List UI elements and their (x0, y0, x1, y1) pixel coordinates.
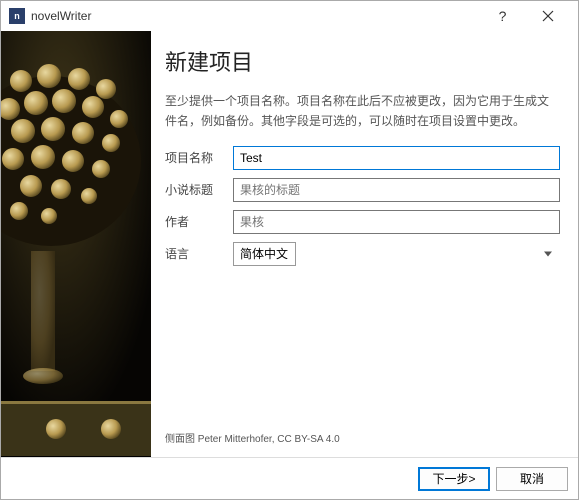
image-credit: 侧面图 Peter Mitterhofer, CC BY-SA 4.0 (165, 430, 560, 445)
content-area: 新建项目 至少提供一个项目名称。项目名称在此后不应被更改，因为它用于生成文件名，… (1, 31, 578, 457)
label-language: 语言 (165, 245, 233, 262)
label-project-name: 项目名称 (165, 149, 233, 166)
input-author[interactable] (233, 210, 560, 234)
main-panel: 新建项目 至少提供一个项目名称。项目名称在此后不应被更改，因为它用于生成文件名，… (151, 31, 578, 457)
button-bar: 下一步> 取消 (1, 457, 578, 499)
new-project-dialog: n novelWriter ? (0, 0, 579, 500)
help-button[interactable]: ? (480, 2, 525, 30)
next-button[interactable]: 下一步> (418, 467, 490, 491)
row-project-name: 项目名称 (165, 146, 560, 170)
page-heading: 新建项目 (165, 45, 560, 77)
input-novel-title[interactable] (233, 178, 560, 202)
input-project-name[interactable] (233, 146, 560, 170)
side-image (1, 31, 151, 457)
row-language: 语言 简体中文 (165, 242, 560, 266)
label-author: 作者 (165, 213, 233, 230)
close-button[interactable] (525, 2, 570, 30)
row-author: 作者 (165, 210, 560, 234)
page-description: 至少提供一个项目名称。项目名称在此后不应被更改，因为它用于生成文件名，例如备份。… (165, 91, 560, 132)
app-icon: n (9, 8, 25, 24)
label-novel-title: 小说标题 (165, 181, 233, 198)
select-language[interactable]: 简体中文 (233, 242, 296, 266)
close-icon (542, 10, 554, 22)
titlebar: n novelWriter ? (1, 1, 578, 31)
window-title: novelWriter (31, 9, 480, 23)
row-novel-title: 小说标题 (165, 178, 560, 202)
cancel-button[interactable]: 取消 (496, 467, 568, 491)
